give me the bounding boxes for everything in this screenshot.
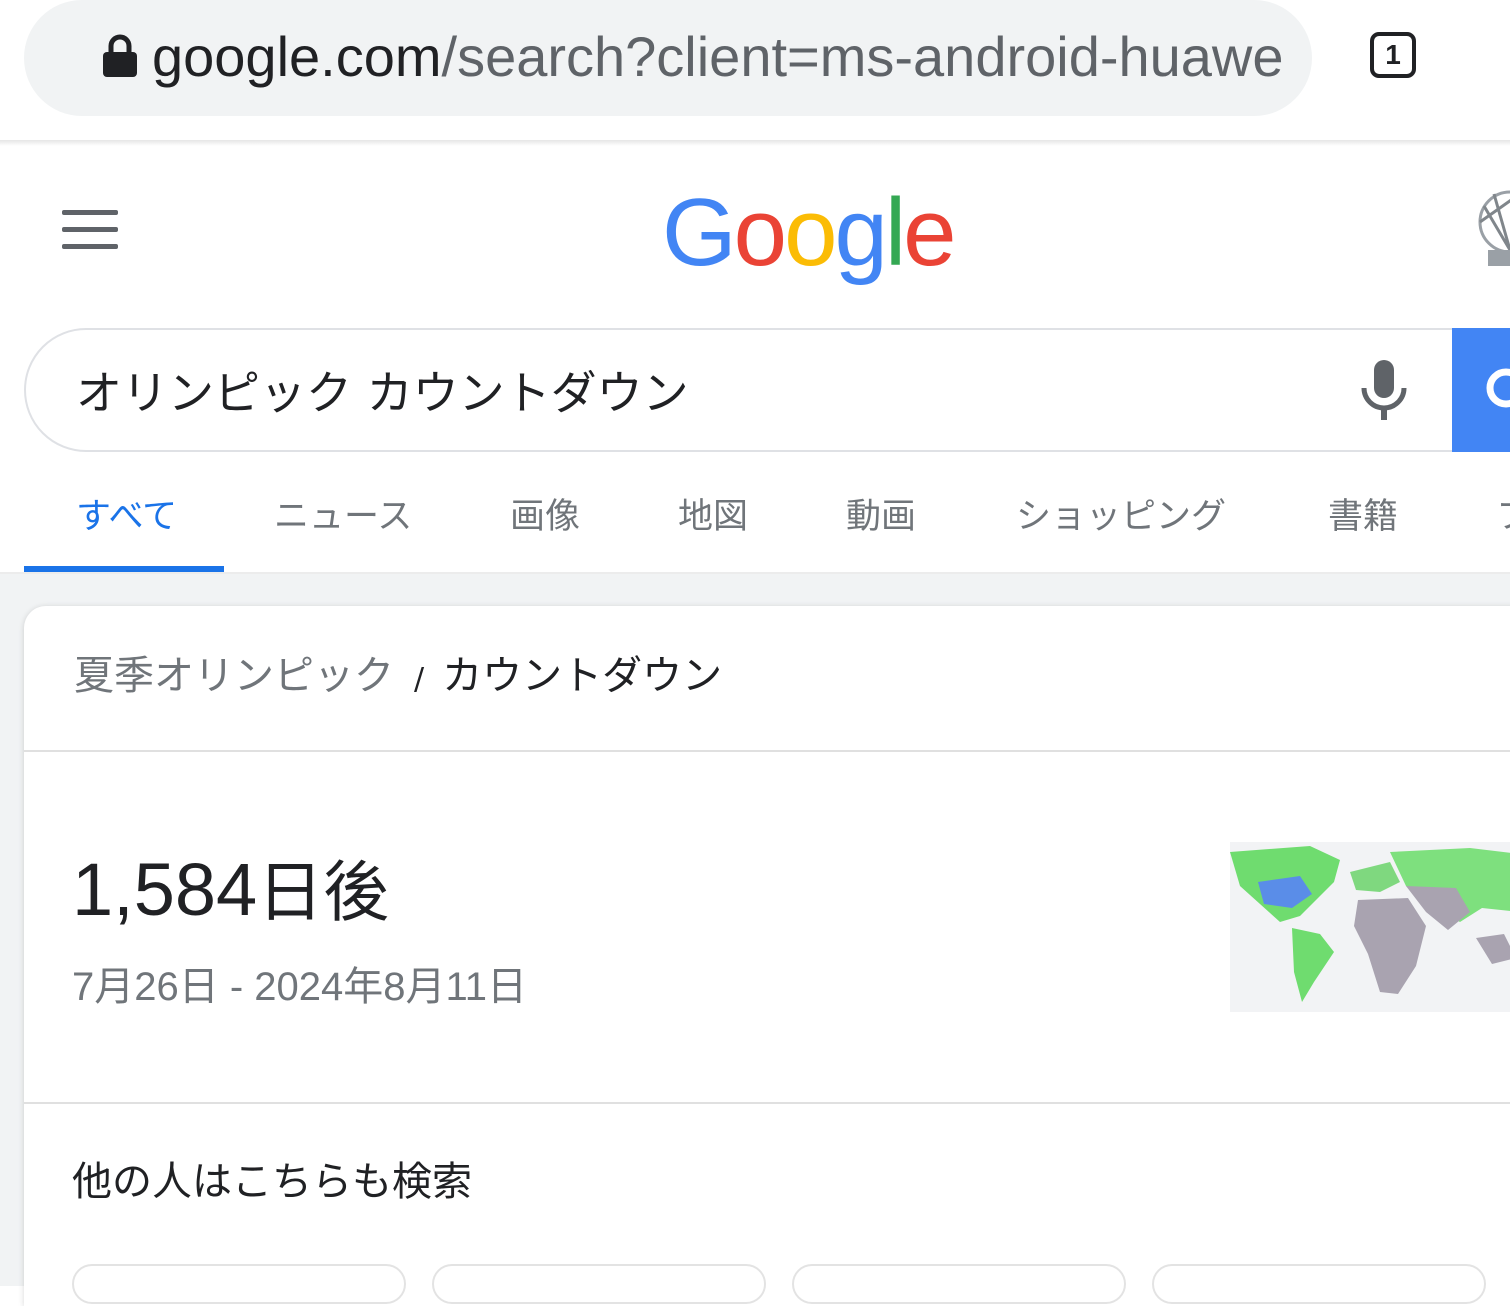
related-search-card[interactable]	[792, 1264, 1126, 1304]
microphone-icon[interactable]	[1360, 360, 1408, 422]
tab-news[interactable]: ニュース	[274, 492, 412, 542]
tab-shopping[interactable]: ショッピング	[1016, 492, 1226, 542]
logo-letter: o	[733, 179, 787, 286]
search-icon	[1486, 368, 1510, 408]
url-path: /search?client=ms-android-huawei-	[441, 25, 1282, 88]
logo-letter: g	[834, 179, 887, 286]
countdown-value: 1,584日後	[72, 840, 389, 940]
card-divider	[24, 1102, 1510, 1104]
logo-letter: G	[662, 179, 737, 286]
tab-maps[interactable]: 地図	[678, 492, 748, 542]
card-divider	[24, 750, 1510, 752]
tab-books[interactable]: 書籍	[1328, 492, 1398, 542]
related-search-card[interactable]	[432, 1264, 766, 1304]
avatar[interactable]	[1474, 180, 1510, 272]
google-logo[interactable]: Google	[662, 178, 957, 288]
logo-letter: o	[784, 179, 837, 286]
lock-icon	[103, 34, 137, 77]
tab-switcher-button[interactable]: 1	[1370, 32, 1416, 78]
menu-icon[interactable]	[62, 210, 118, 250]
breadcrumb: 夏季オリンピック / カウントダウン	[74, 648, 722, 704]
related-search-card[interactable]	[72, 1264, 406, 1304]
url-text[interactable]: google.com/search?client=ms-android-huaw…	[152, 22, 1282, 92]
tab-videos[interactable]: 動画	[846, 492, 916, 542]
tab-all[interactable]: すべて	[76, 492, 177, 542]
event-dates: 7月26日 - 2024年8月11日	[72, 965, 528, 1009]
logo-letter: l	[884, 179, 906, 286]
search-tabs: すべて ニュース 画像 地図 動画 ショッピング 書籍 フ	[0, 470, 1510, 572]
tab-images[interactable]: 画像	[510, 492, 580, 542]
countdown-suffix: 日後	[257, 854, 390, 931]
breadcrumb-separator: /	[414, 662, 425, 697]
url-host: google.com	[152, 25, 442, 88]
countdown-number: 1,584	[72, 848, 258, 931]
breadcrumb-current: カウントダウン	[442, 653, 723, 699]
tab-more[interactable]: フ	[1496, 492, 1510, 542]
world-map-image[interactable]	[1230, 842, 1510, 1012]
people-also-search-heading: 他の人はこちらも検索	[72, 1159, 472, 1205]
browser-toolbar: google.com/search?client=ms-android-huaw…	[0, 0, 1510, 140]
logo-letter: e	[903, 179, 956, 286]
address-bar[interactable]: google.com/search?client=ms-android-huaw…	[24, 0, 1312, 116]
breadcrumb-parent-link[interactable]: 夏季オリンピック	[74, 653, 394, 699]
search-input[interactable]	[76, 352, 1276, 428]
related-search-card[interactable]	[1152, 1264, 1486, 1304]
toolbar-shadow	[0, 140, 1510, 146]
search-button[interactable]	[1452, 328, 1510, 452]
